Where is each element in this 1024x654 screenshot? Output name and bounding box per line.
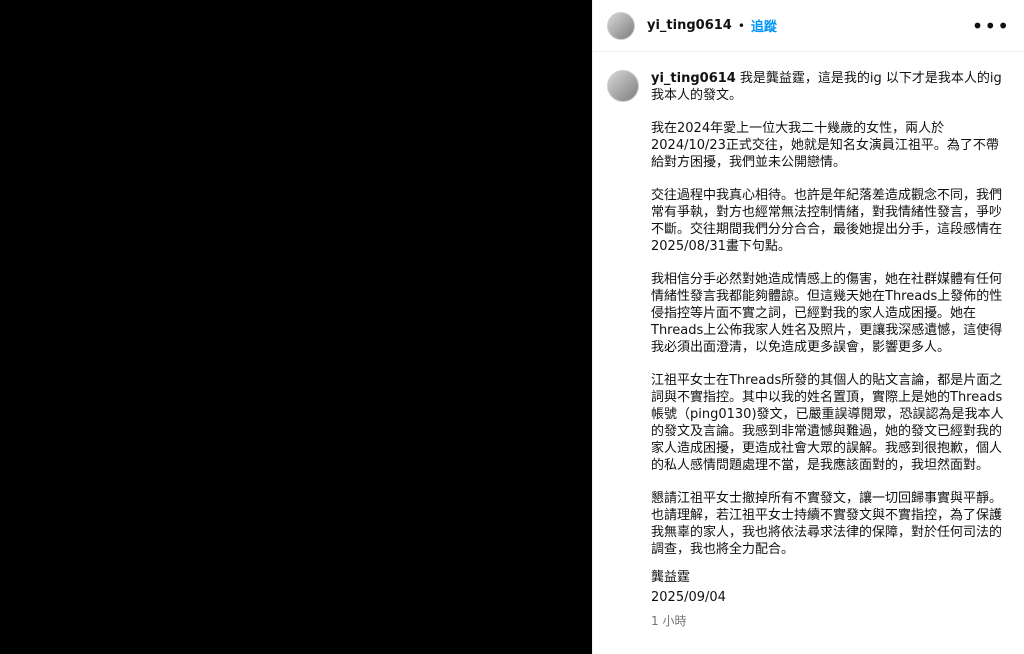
caption-paragraph-4: 江祖平女士在Threads所發的其個人的貼文言論，都是片面之詞與不實指控。其中以… — [651, 373, 1004, 473]
caption-first-paragraph: yi_ting0614 我是龔益霆，這是我的ig 以下才是我本人的ig我本人的發文… — [651, 70, 1010, 104]
more-options-icon[interactable]: ••• — [972, 16, 1010, 36]
post-media-area[interactable] — [0, 0, 592, 654]
signature-name: 龔益霆 — [651, 570, 691, 585]
caption-text: yi_ting0614 我是龔益霆，這是我的ig 以下才是我本人的ig我本人的發文… — [651, 70, 1010, 629]
post-time: 1 小時 — [651, 614, 687, 628]
author-username[interactable]: yi_ting0614 — [647, 18, 732, 33]
caption-paragraph-1: 我在2024年愛上一位大我二十幾歲的女性，兩人於2024/10/23正式交往，她… — [651, 121, 999, 170]
follow-button[interactable]: 追蹤 — [751, 16, 777, 35]
caption-paragraph-2: 交往過程中我真心相待。也許是年紀落差造成觀念不同，我們常有爭執，對方也經常無法控… — [651, 188, 1003, 254]
signature-date: 2025/09/04 — [651, 590, 726, 605]
post-header: yi_ting0614 • 追蹤 ••• — [593, 0, 1024, 52]
post-viewer: yi_ting0614 • 追蹤 ••• yi_ting0614 我是龔益霆，這是… — [0, 0, 1024, 654]
author-avatar[interactable] — [607, 11, 635, 40]
signature-block: 龔益霆 2025/09/04 — [651, 568, 1010, 608]
caption-paragraph-5: 懇請江祖平女士撤掉所有不實發文，讓一切回歸事實與平靜。也請理解，若江祖平女士持續… — [651, 491, 1003, 557]
caption-username[interactable]: yi_ting0614 — [651, 71, 736, 86]
caption-paragraph-3: 我相信分手必然對她造成情感上的傷害，她在社群媒體有任何情緒性發言我都能夠體諒。但… — [651, 272, 1003, 355]
separator-dot: • — [737, 18, 745, 33]
caption-author-avatar[interactable] — [607, 70, 639, 102]
post-side-panel: yi_ting0614 • 追蹤 ••• yi_ting0614 我是龔益霆，這是… — [592, 0, 1024, 654]
caption-section: yi_ting0614 我是龔益霆，這是我的ig 以下才是我本人的ig我本人的發文… — [593, 52, 1024, 629]
